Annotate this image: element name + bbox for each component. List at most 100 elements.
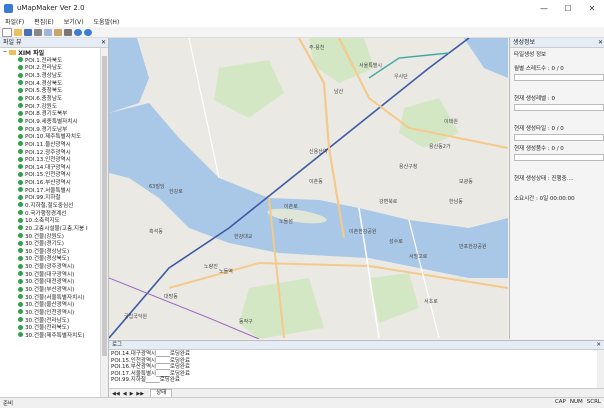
info-icon[interactable] — [74, 28, 82, 36]
map-label: 노들섬 — [279, 219, 293, 225]
layer-status-icon — [18, 156, 23, 162]
print-icon[interactable] — [64, 28, 72, 36]
log-line: POI.99.지하철_____로딩완료 — [111, 377, 180, 383]
map-label: 신용산역 — [309, 149, 328, 155]
log-lines: POI.14.대구광역시_____로딩완료 POI.15.인천광역시_____로딩… — [111, 351, 190, 384]
layer-status-icon — [18, 179, 23, 185]
log-close-icon[interactable]: ✕ — [596, 341, 601, 349]
map-label: 대방동 — [164, 294, 178, 300]
current-item-label: 현재 생성품수 : 0 / 0 — [514, 146, 564, 152]
layer-status-icon — [18, 194, 23, 200]
layer-status-icon — [18, 110, 23, 116]
layer-status-icon — [18, 332, 23, 338]
map-label: 흑석동 — [149, 229, 163, 235]
layer-status-icon — [18, 324, 23, 330]
folder-icon — [9, 49, 17, 55]
new-icon[interactable] — [2, 27, 12, 37]
nav-first-icon[interactable]: ◀◀ — [112, 391, 120, 397]
layer-status-icon — [18, 202, 23, 208]
layer-status-icon — [18, 149, 23, 154]
menu-help[interactable]: 도움말(H) — [89, 17, 125, 26]
layer-status-icon — [18, 317, 23, 323]
thread-progress-bar — [514, 74, 604, 81]
layer-status-icon — [18, 171, 23, 177]
tree-item-label: 30.건물(제주특별자치도) — [25, 332, 85, 339]
map-label: 주·용천 — [309, 45, 325, 51]
minimize-button[interactable]: — — [532, 0, 556, 16]
layer-status-icon — [18, 301, 23, 307]
generation-info-title: 생성정보 — [513, 39, 536, 46]
current-level-label: 현재 생성레벨 : 0 — [514, 96, 555, 102]
maximize-button[interactable]: ☐ — [556, 0, 580, 16]
tree-scrollbar[interactable] — [100, 48, 108, 397]
nav-last-icon[interactable]: ▶▶ — [136, 391, 144, 397]
generation-info-close-icon[interactable]: ✕ — [598, 38, 603, 47]
generation-info-header: 생성정보 ✕ — [510, 38, 604, 48]
cut-icon[interactable] — [34, 28, 42, 36]
tree-root[interactable]: − XIM 파일 — [3, 48, 100, 57]
app-icon — [4, 3, 13, 13]
toolbar — [0, 27, 604, 38]
current-status-label: 현재 생성상태 : 진행중.... — [514, 176, 574, 182]
map-label: 한강로 — [169, 189, 183, 195]
map-label: 이촌로 — [284, 204, 298, 210]
layer-status-icon — [18, 263, 23, 269]
current-tile-label: 현재 생성타일 : 0 / 0 — [514, 126, 564, 132]
map-label: 우사단 — [394, 74, 408, 80]
map-label: 반포한강공원 — [459, 244, 487, 250]
tile-progress-bar — [514, 134, 604, 141]
elapsed-time-label: 소요시간 : 0일 00:00:00 — [514, 196, 575, 202]
file-tree: − XIM 파일 POI.1.전라북도 POI.2.전라남도 POI.3.경상남도 P… — [0, 48, 100, 397]
map-label: 동작구 — [239, 319, 253, 325]
nav-next-icon[interactable]: ▶ — [130, 391, 134, 397]
map-label: 서울특별시 — [359, 63, 383, 69]
map-view[interactable]: 주·용천 남산 서울특별시 우사단 용산동2가 이촌로 이촌동 용산구청 한강로 노량진 강변북로 6… — [109, 38, 508, 339]
tree-item[interactable]: 30.건물(제주특별자치도) — [18, 331, 100, 339]
layer-status-icon — [18, 126, 23, 132]
map-label: 63빌딩 — [149, 184, 165, 190]
layer-status-icon — [18, 72, 23, 78]
open-icon[interactable] — [14, 28, 22, 36]
layer-status-icon — [18, 286, 23, 292]
tile-generation-group-title: 타일생성 정보 — [514, 52, 547, 58]
layer-status-icon — [18, 248, 23, 254]
cap-indicator: CAP — [554, 399, 566, 405]
layer-status-icon — [18, 141, 23, 147]
map-label: 서초로 — [424, 299, 438, 305]
paste-icon[interactable] — [54, 28, 62, 36]
layer-status-icon — [18, 187, 23, 193]
log-line: POI.14.대구광역시_____로딩완료 — [111, 351, 191, 357]
help-icon[interactable] — [84, 28, 92, 36]
tree-scroll-thumb[interactable] — [102, 56, 107, 356]
map-label: 보광동 — [459, 179, 473, 185]
layer-status-icon — [18, 255, 23, 261]
nav-prev-icon[interactable]: ◀ — [123, 391, 127, 397]
file-view-close-icon[interactable]: ✕ — [101, 38, 106, 47]
level-progress-bar — [514, 104, 604, 111]
menu-bar: 파일(F) 편집(E) 보기(V) 도움말(H) — [0, 16, 604, 27]
log-header: 로그 ✕ — [109, 341, 604, 350]
layer-status-icon — [18, 294, 23, 300]
layer-status-icon — [18, 278, 23, 284]
file-view-title: 파일 뷰 — [3, 39, 22, 46]
menu-file[interactable]: 파일(F) — [0, 17, 29, 26]
layer-status-icon — [18, 210, 23, 216]
map-label: 이태원 — [444, 119, 458, 125]
map-label: 강변북로 — [379, 199, 398, 205]
layer-status-icon — [18, 240, 23, 246]
map-label: 용산구청 — [399, 164, 418, 170]
map-label: 국립국악원 — [124, 314, 148, 320]
map-label: 이촌한강공원 — [349, 229, 377, 235]
file-view-header: 파일 뷰 ✕ — [0, 38, 108, 48]
copy-icon[interactable] — [44, 28, 52, 36]
layer-status-icon — [18, 233, 23, 239]
log-scrollbar[interactable] — [597, 350, 604, 388]
menu-view[interactable]: 보기(V) — [59, 17, 89, 26]
save-icon[interactable] — [24, 28, 32, 36]
layer-status-icon — [18, 57, 23, 63]
layer-status-icon — [18, 80, 23, 86]
menu-edit[interactable]: 편집(E) — [29, 17, 59, 26]
status-bar: 준비 CAP NUM SCRL — [0, 397, 604, 408]
close-button[interactable]: ✕ — [580, 0, 604, 16]
map-label: 서빙고로 — [409, 254, 428, 260]
